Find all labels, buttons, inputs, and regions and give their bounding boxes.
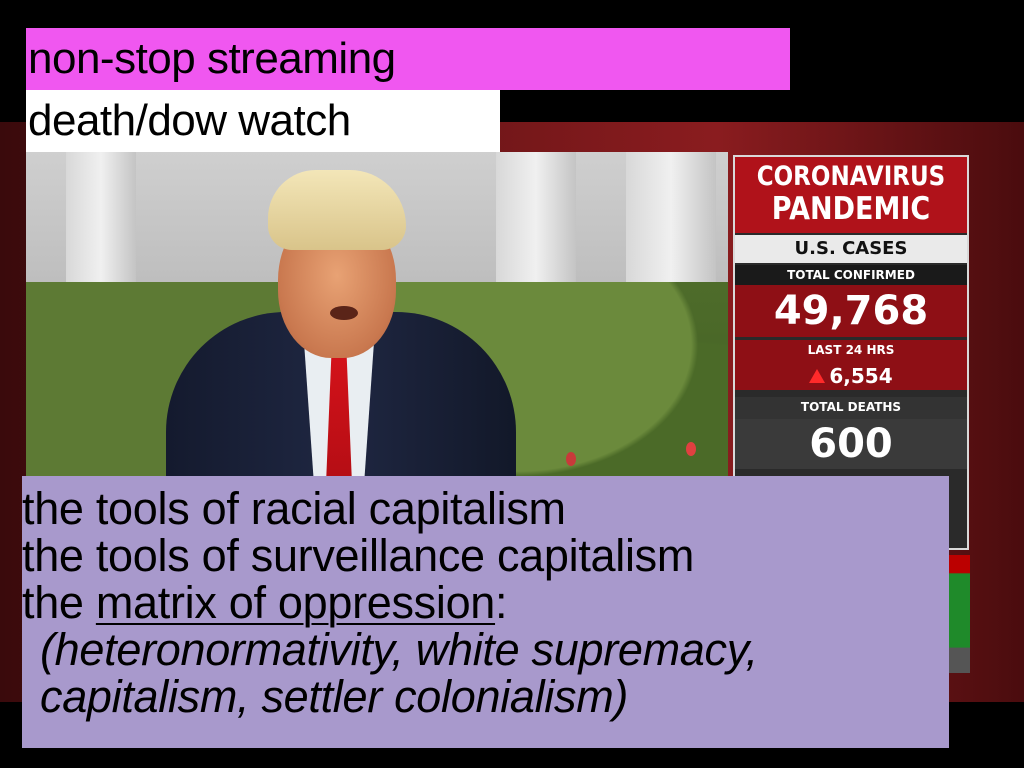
last-24-label: LAST 24 HRS xyxy=(735,340,967,362)
mouth xyxy=(330,306,358,320)
label-non-stop-streaming: non-stop streaming xyxy=(26,28,790,90)
caption-line5: capitalism, settler colonialism) xyxy=(40,671,629,722)
panel-edge-fragment xyxy=(946,555,970,673)
total-confirmed-label: TOTAL CONFIRMED xyxy=(735,265,967,285)
caption-line1: the tools of racial capitalism xyxy=(22,483,566,534)
caption-line3-suffix: : xyxy=(495,577,508,628)
hair xyxy=(268,170,406,250)
panel-title-line2: PANDEMIC xyxy=(771,191,931,228)
caption-line2: the tools of surveillance capitalism xyxy=(22,530,695,581)
total-deaths-value: 600 xyxy=(735,419,967,469)
caption-line4: (heteronormativity, white supremacy, xyxy=(40,624,758,675)
caption-line3: the matrix of oppression: xyxy=(22,579,949,626)
flower xyxy=(566,452,576,466)
label-death-dow-watch: death/dow watch xyxy=(26,90,500,152)
total-deaths-label: TOTAL DEATHS xyxy=(735,397,967,419)
last-24-number: 6,554 xyxy=(829,364,893,388)
caption-box: the tools of racial capitalism the tools… xyxy=(22,476,949,748)
matrix-of-oppression-link[interactable]: matrix of oppression xyxy=(96,577,495,628)
label-top-text: non-stop streaming xyxy=(28,34,396,83)
total-confirmed-value: 49,768 xyxy=(735,285,967,337)
flower xyxy=(686,442,696,456)
us-cases-header: U.S. CASES xyxy=(735,235,967,263)
up-arrow-icon xyxy=(809,369,826,383)
last-24-value: 6,554 xyxy=(735,362,967,390)
label-second-text: death/dow watch xyxy=(28,96,351,145)
panel-title: CORONAVIRUS PANDEMIC xyxy=(735,157,967,233)
caption-line3-prefix: the xyxy=(22,577,96,628)
